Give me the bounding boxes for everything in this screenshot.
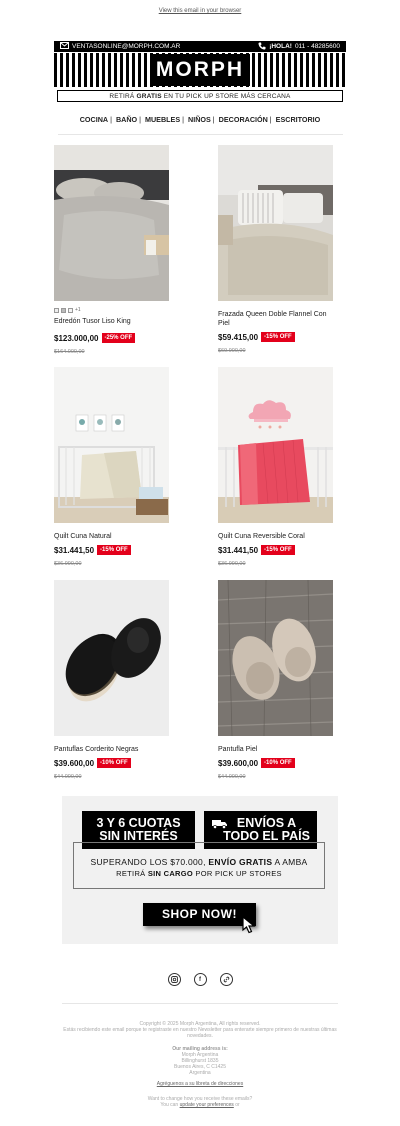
free-shipping-bold: ENVÍO GRATIS: [208, 857, 273, 867]
pickup-text-pre: RETIRÁ: [109, 92, 135, 100]
nav-separator: |: [182, 115, 185, 124]
discount-badge: -10% OFF: [97, 758, 131, 768]
mail-icon: [60, 42, 69, 51]
swatch-light[interactable]: [68, 307, 73, 313]
product-name[interactable]: Frazada Queen Doble Flannel Con Piel: [218, 310, 333, 328]
nav-item-escritorio[interactable]: ESCRITORIO: [276, 115, 321, 124]
nav-separator: |: [269, 115, 272, 124]
original-price: $36.990,00: [54, 561, 82, 567]
update-pre: You can: [160, 1102, 180, 1108]
nav-item-bano[interactable]: BAÑO: [116, 115, 137, 124]
product-image[interactable]: [218, 367, 333, 523]
nav-separator: |: [110, 115, 112, 124]
update-post: or: [233, 1102, 240, 1108]
divider: [62, 1003, 338, 1004]
pickup-notice-pre: RETIRÁ: [116, 869, 148, 878]
original-price: $36.990,00: [218, 561, 246, 567]
truck-icon: [212, 819, 228, 832]
product-card[interactable]: Pantuflas Corderito Negras $39.600,00 -1…: [54, 580, 169, 780]
product-image[interactable]: [54, 367, 169, 523]
product-image[interactable]: [218, 580, 333, 736]
pickup-text-bold: GRATIS: [136, 92, 162, 100]
subscription-reason: Estás recibiendo este email porque te re…: [63, 1027, 337, 1039]
product-card[interactable]: Quilt Cuna Natural $31.441,50 -15% OFF $…: [54, 367, 169, 567]
product-price: $123.000,00: [54, 333, 99, 343]
product-name[interactable]: Quilt Cuna Natural: [54, 532, 169, 541]
nav-separator: |: [212, 115, 215, 124]
product-price: $39.600,00: [218, 758, 259, 768]
product-name[interactable]: Pantufla Piel: [218, 745, 333, 754]
product-name[interactable]: Edredón Tusor Liso King: [54, 317, 169, 326]
nav-item-decoracion[interactable]: DECORACIÓN: [219, 115, 268, 124]
product-image[interactable]: [54, 145, 169, 301]
contact-phone[interactable]: 011 - 48285600: [295, 43, 340, 50]
free-shipping-post: A AMBA: [272, 857, 308, 867]
original-price: $69.900,00: [218, 348, 246, 354]
contact-bar: VENTASONLINE@MORPH.COM.AR ¡HOLA! 011 - 4…: [54, 41, 346, 52]
nav-item-muebles[interactable]: MUEBLES: [145, 115, 180, 124]
original-price: $44.000,00: [218, 774, 246, 780]
more-swatches-count: +1: [75, 307, 81, 313]
facebook-icon[interactable]: f: [193, 973, 207, 986]
category-nav: COCINA | BAÑO | MUEBLES | NIÑOS | DECORACIÓN…: [0, 115, 400, 124]
product-card[interactable]: Pantufla Piel $39.600,00 -10% OFF $44.00…: [218, 580, 333, 780]
pickup-notice-post: POR PICK UP STORES: [193, 869, 282, 878]
product-name[interactable]: Quilt Cuna Reversible Coral: [218, 532, 333, 541]
brand-logo: MORPH: [149, 54, 251, 86]
original-price: $164.000,00: [54, 349, 85, 355]
swatch-grey[interactable]: [61, 307, 66, 313]
product-price: $31.441,50: [218, 545, 259, 555]
divider: [58, 134, 343, 135]
discount-badge: -15% OFF: [261, 332, 295, 342]
logo-banner[interactable]: MORPH: [54, 53, 346, 87]
update-preferences-link[interactable]: update your preferences: [180, 1102, 234, 1108]
product-price: $31.441,50: [54, 545, 95, 555]
product-name[interactable]: Pantuflas Corderito Negras: [54, 745, 169, 754]
product-card[interactable]: +1 Edredón Tusor Liso King $123.000,00 -…: [54, 145, 169, 355]
product-card[interactable]: Frazada Queen Doble Flannel Con Piel $59…: [218, 145, 333, 354]
view-in-browser-link[interactable]: View this email in your browser: [0, 8, 400, 14]
nav-item-ninos[interactable]: NIÑOS: [188, 115, 211, 124]
free-shipping-pre: SUPERANDO LOS $70.000,: [90, 857, 209, 867]
website-icon[interactable]: [219, 973, 233, 986]
add-to-address-book-link[interactable]: Agréguenos a su libreta de direcciones: [157, 1081, 243, 1087]
pickup-text-post: EN TU PICK UP STORE MÁS CERCANA: [163, 92, 291, 100]
swatch-white[interactable]: [54, 307, 59, 313]
social-links: f: [0, 973, 400, 986]
contact-email[interactable]: VENTASONLINE@MORPH.COM.AR: [72, 43, 180, 50]
color-swatches[interactable]: +1: [54, 306, 169, 314]
product-price: $59.415,00: [218, 332, 259, 342]
footer: Copyright © 2025 Morph Argentina, All ri…: [60, 1021, 340, 1108]
product-price: $39.600,00: [54, 758, 95, 768]
discount-badge: -10% OFF: [261, 758, 295, 768]
discount-badge: -15% OFF: [261, 545, 295, 555]
cursor-icon: [242, 915, 256, 939]
discount-badge: -25% OFF: [101, 333, 136, 343]
free-shipping-notice: SUPERANDO LOS $70.000, ENVÍO GRATIS A AM…: [73, 842, 325, 889]
promo-banner[interactable]: 3 Y 6 CUOTAS SIN INTERÉS ENVÍOS A TODO E…: [62, 796, 338, 944]
original-price: $44.000,00: [54, 774, 82, 780]
product-image[interactable]: [54, 580, 169, 736]
instagram-icon[interactable]: [167, 973, 181, 986]
shop-now-button[interactable]: SHOP NOW!: [143, 903, 256, 926]
nav-item-cocina[interactable]: COCINA: [80, 115, 108, 124]
product-image[interactable]: [218, 145, 333, 301]
discount-badge: -15% OFF: [97, 545, 131, 555]
product-card[interactable]: Quilt Cuna Reversible Coral $31.441,50 -…: [218, 367, 333, 567]
phone-icon: [258, 42, 266, 52]
pickup-banner[interactable]: RETIRÁ GRATIS EN TU PICK UP STORE MÁS CE…: [57, 90, 343, 102]
nav-separator: |: [139, 115, 141, 124]
pickup-notice-bold: SIN CARGO: [147, 869, 194, 878]
hello-text: ¡HOLA!: [269, 43, 292, 50]
